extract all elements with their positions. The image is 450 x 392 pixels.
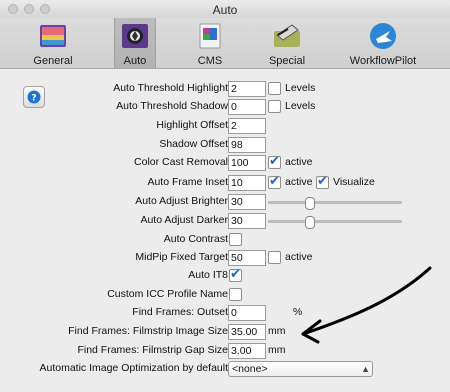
annotation-arrow-icon <box>301 266 432 344</box>
preferences-window: Auto General Auto CMS Special WorkflowPi… <box>0 0 450 392</box>
